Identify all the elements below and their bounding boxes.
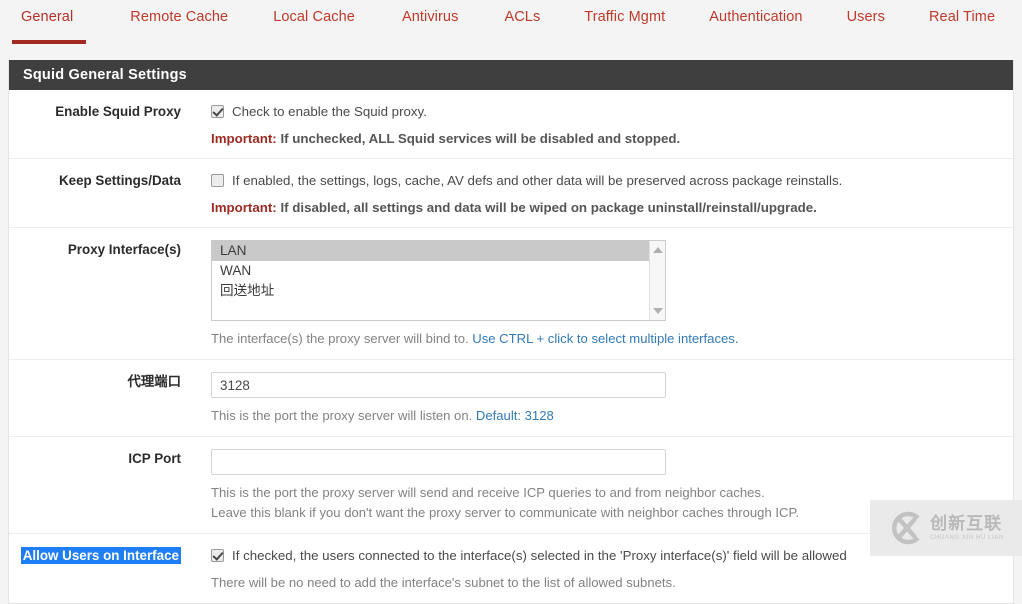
tab-remote-cache[interactable]: Remote Cache — [130, 0, 228, 25]
panel-title: Squid General Settings — [9, 60, 1013, 90]
icp-port-help-line-1: This is the port the proxy server will s… — [211, 483, 1003, 503]
tab-users[interactable]: Users — [847, 0, 885, 25]
label-proxy-port: 代理端口 — [9, 372, 181, 391]
row-enable-squid-proxy: Enable Squid Proxy Check to enable the S… — [9, 90, 1013, 159]
important-keyword: Important: — [211, 131, 277, 146]
tab-traffic-mgmt[interactable]: Traffic Mgmt — [584, 0, 665, 25]
proxy-interface-option-wan[interactable]: WAN — [212, 261, 665, 281]
tab-acls[interactable]: ACLs — [504, 0, 540, 25]
proxy-port-help: This is the port the proxy server will l… — [211, 406, 1003, 426]
settings-panel: Squid General Settings Enable Squid Prox… — [8, 60, 1014, 604]
icp-port-help: This is the port the proxy server will s… — [211, 483, 1003, 523]
proxy-interface-option-loopback[interactable]: 回送地址 — [212, 281, 665, 301]
allow-users-on-interface-help: There will be no need to add the interfa… — [211, 573, 1003, 593]
row-proxy-port: 代理端口 This is the port the proxy server w… — [9, 360, 1013, 437]
label-proxy-interfaces: Proxy Interface(s) — [9, 240, 181, 259]
enable-squid-proxy-checkbox[interactable] — [211, 105, 224, 118]
keep-settings-data-checkbox-label: If enabled, the settings, logs, cache, A… — [232, 171, 842, 190]
proxy-port-help-text: This is the port the proxy server will l… — [211, 408, 476, 423]
enable-squid-proxy-important: Important: If unchecked, ALL Squid servi… — [211, 129, 1003, 148]
listbox-scrollbar[interactable] — [649, 241, 665, 320]
proxy-interfaces-help-link[interactable]: Use CTRL + click to select multiple inte… — [472, 331, 738, 346]
keep-settings-data-checkbox[interactable] — [211, 174, 224, 187]
row-proxy-interfaces: Proxy Interface(s) LAN WAN 回送地址 The inte… — [9, 228, 1013, 360]
tab-local-cache[interactable]: Local Cache — [273, 0, 355, 25]
proxy-port-help-link[interactable]: Default: 3128 — [476, 408, 554, 423]
tab-antivirus[interactable]: Antivirus — [402, 0, 459, 25]
row-allow-users-on-interface: Allow Users on Interface If checked, the… — [9, 534, 1013, 603]
scroll-up-arrow-icon[interactable] — [653, 247, 663, 253]
important-body: If unchecked, ALL Squid services will be… — [277, 131, 680, 146]
proxy-interfaces-help-text: The interface(s) the proxy server will b… — [211, 331, 472, 346]
proxy-interfaces-listbox[interactable]: LAN WAN 回送地址 — [211, 240, 666, 321]
important-body: If disabled, all settings and data will … — [277, 200, 817, 215]
tab-real-time[interactable]: Real Time — [929, 0, 995, 25]
keep-settings-data-important: Important: If disabled, all settings and… — [211, 198, 1003, 217]
icp-port-help-line-2: Leave this blank if you don't want the p… — [211, 503, 1003, 523]
proxy-interface-option-lan[interactable]: LAN — [212, 241, 665, 261]
icp-port-input[interactable] — [211, 449, 666, 475]
active-tab-indicator — [12, 40, 86, 44]
proxy-interfaces-option-list: LAN WAN 回送地址 — [212, 241, 665, 301]
tab-bar: General Remote Cache Local Cache Antivir… — [0, 0, 1022, 44]
label-keep-settings-data: Keep Settings/Data — [9, 171, 181, 190]
proxy-interfaces-help: The interface(s) the proxy server will b… — [211, 329, 1003, 349]
allow-users-help-line: There will be no need to add the interfa… — [211, 573, 1003, 593]
proxy-port-input[interactable] — [211, 372, 666, 398]
row-icp-port: ICP Port This is the port the proxy serv… — [9, 437, 1013, 534]
row-keep-settings-data: Keep Settings/Data If enabled, the setti… — [9, 159, 1013, 228]
scroll-down-arrow-icon[interactable] — [653, 308, 663, 314]
label-enable-squid-proxy: Enable Squid Proxy — [9, 102, 181, 121]
tab-general[interactable]: General — [21, 0, 73, 25]
enable-squid-proxy-checkbox-label: Check to enable the Squid proxy. — [232, 102, 427, 121]
important-keyword: Important: — [211, 200, 277, 215]
tab-authentication[interactable]: Authentication — [709, 0, 802, 25]
label-icp-port: ICP Port — [9, 449, 181, 468]
